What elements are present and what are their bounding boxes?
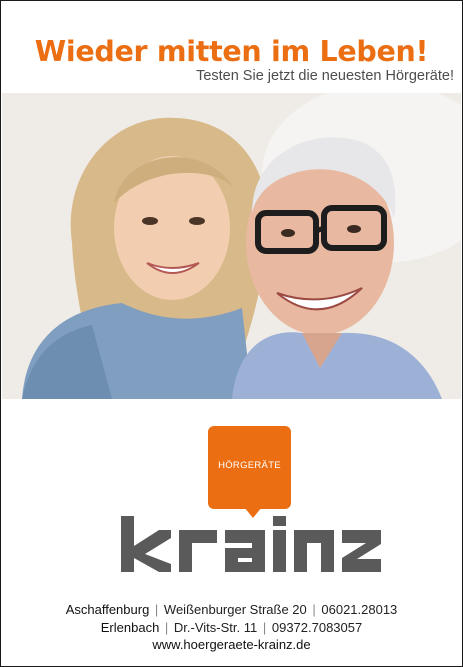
location-phone[interactable]: 06021.28013 — [321, 602, 397, 617]
hero-photo — [2, 93, 461, 399]
contact-block: Aschaffenburg | Weißenburger Straße 20 |… — [1, 601, 462, 654]
location-city: Aschaffenburg — [65, 602, 150, 617]
headline: Wieder mitten im Leben! — [34, 35, 429, 68]
location-line-2: Erlenbach | Dr.-Vits-Str. 11 | 09372.708… — [100, 619, 363, 635]
badge-text: HÖRGERÄTE — [218, 460, 281, 471]
location-street: Weißenburger Straße 20 — [163, 602, 307, 617]
location-city: Erlenbach — [100, 619, 160, 635]
location-street: Dr.-Vits-Str. 11 — [173, 619, 258, 635]
krainz-wordmark — [121, 516, 381, 572]
advertisement-frame: Wieder mitten im Leben! Testen Sie jetzt… — [0, 0, 463, 667]
hero-photo-illustration — [2, 93, 461, 399]
subline: Testen Sie jetzt die neuesten Hörgeräte! — [196, 68, 454, 84]
website-link[interactable]: www.hoergeraete-krainz.de — [1, 636, 462, 654]
speech-bubble-icon: HÖRGERÄTE — [208, 426, 291, 518]
location-line-1: Aschaffenburg | Weißenburger Straße 20 |… — [65, 602, 398, 617]
location-phone[interactable]: 09372.7083057 — [272, 620, 362, 635]
